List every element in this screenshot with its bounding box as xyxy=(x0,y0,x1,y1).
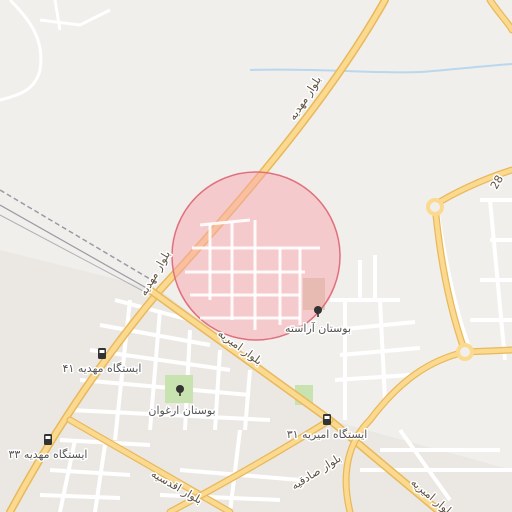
poi-label-bostan-arghavan[interactable]: بوستان ارغوان xyxy=(147,403,217,419)
bus-stop-icon[interactable] xyxy=(98,348,106,359)
roundabout xyxy=(426,198,444,216)
poi-label-istgah-amirieh-31[interactable]: ایستگاه امیریه ۳۱ xyxy=(285,427,369,443)
bus-stop-icon[interactable] xyxy=(323,414,331,425)
poi-label-istgah-mahdieh-33[interactable]: ایستگاه مهدیه ۳۳ xyxy=(7,447,89,463)
map-canvas[interactable]: بلوار مهدیه بلوار مهدیه بلوار امیریه بلو… xyxy=(0,0,512,512)
poi-label-bostan-arasteh[interactable]: بوستان آراسته xyxy=(283,320,352,337)
roundabout xyxy=(456,343,474,361)
map-view[interactable]: بلوار مهدیه بلوار مهدیه بلوار امیریه بلو… xyxy=(0,0,512,512)
poi-label-istgah-mahdieh-41[interactable]: ایستگاه مهدیه ۴۱ xyxy=(61,361,143,377)
bus-stop-icon[interactable] xyxy=(44,434,52,445)
